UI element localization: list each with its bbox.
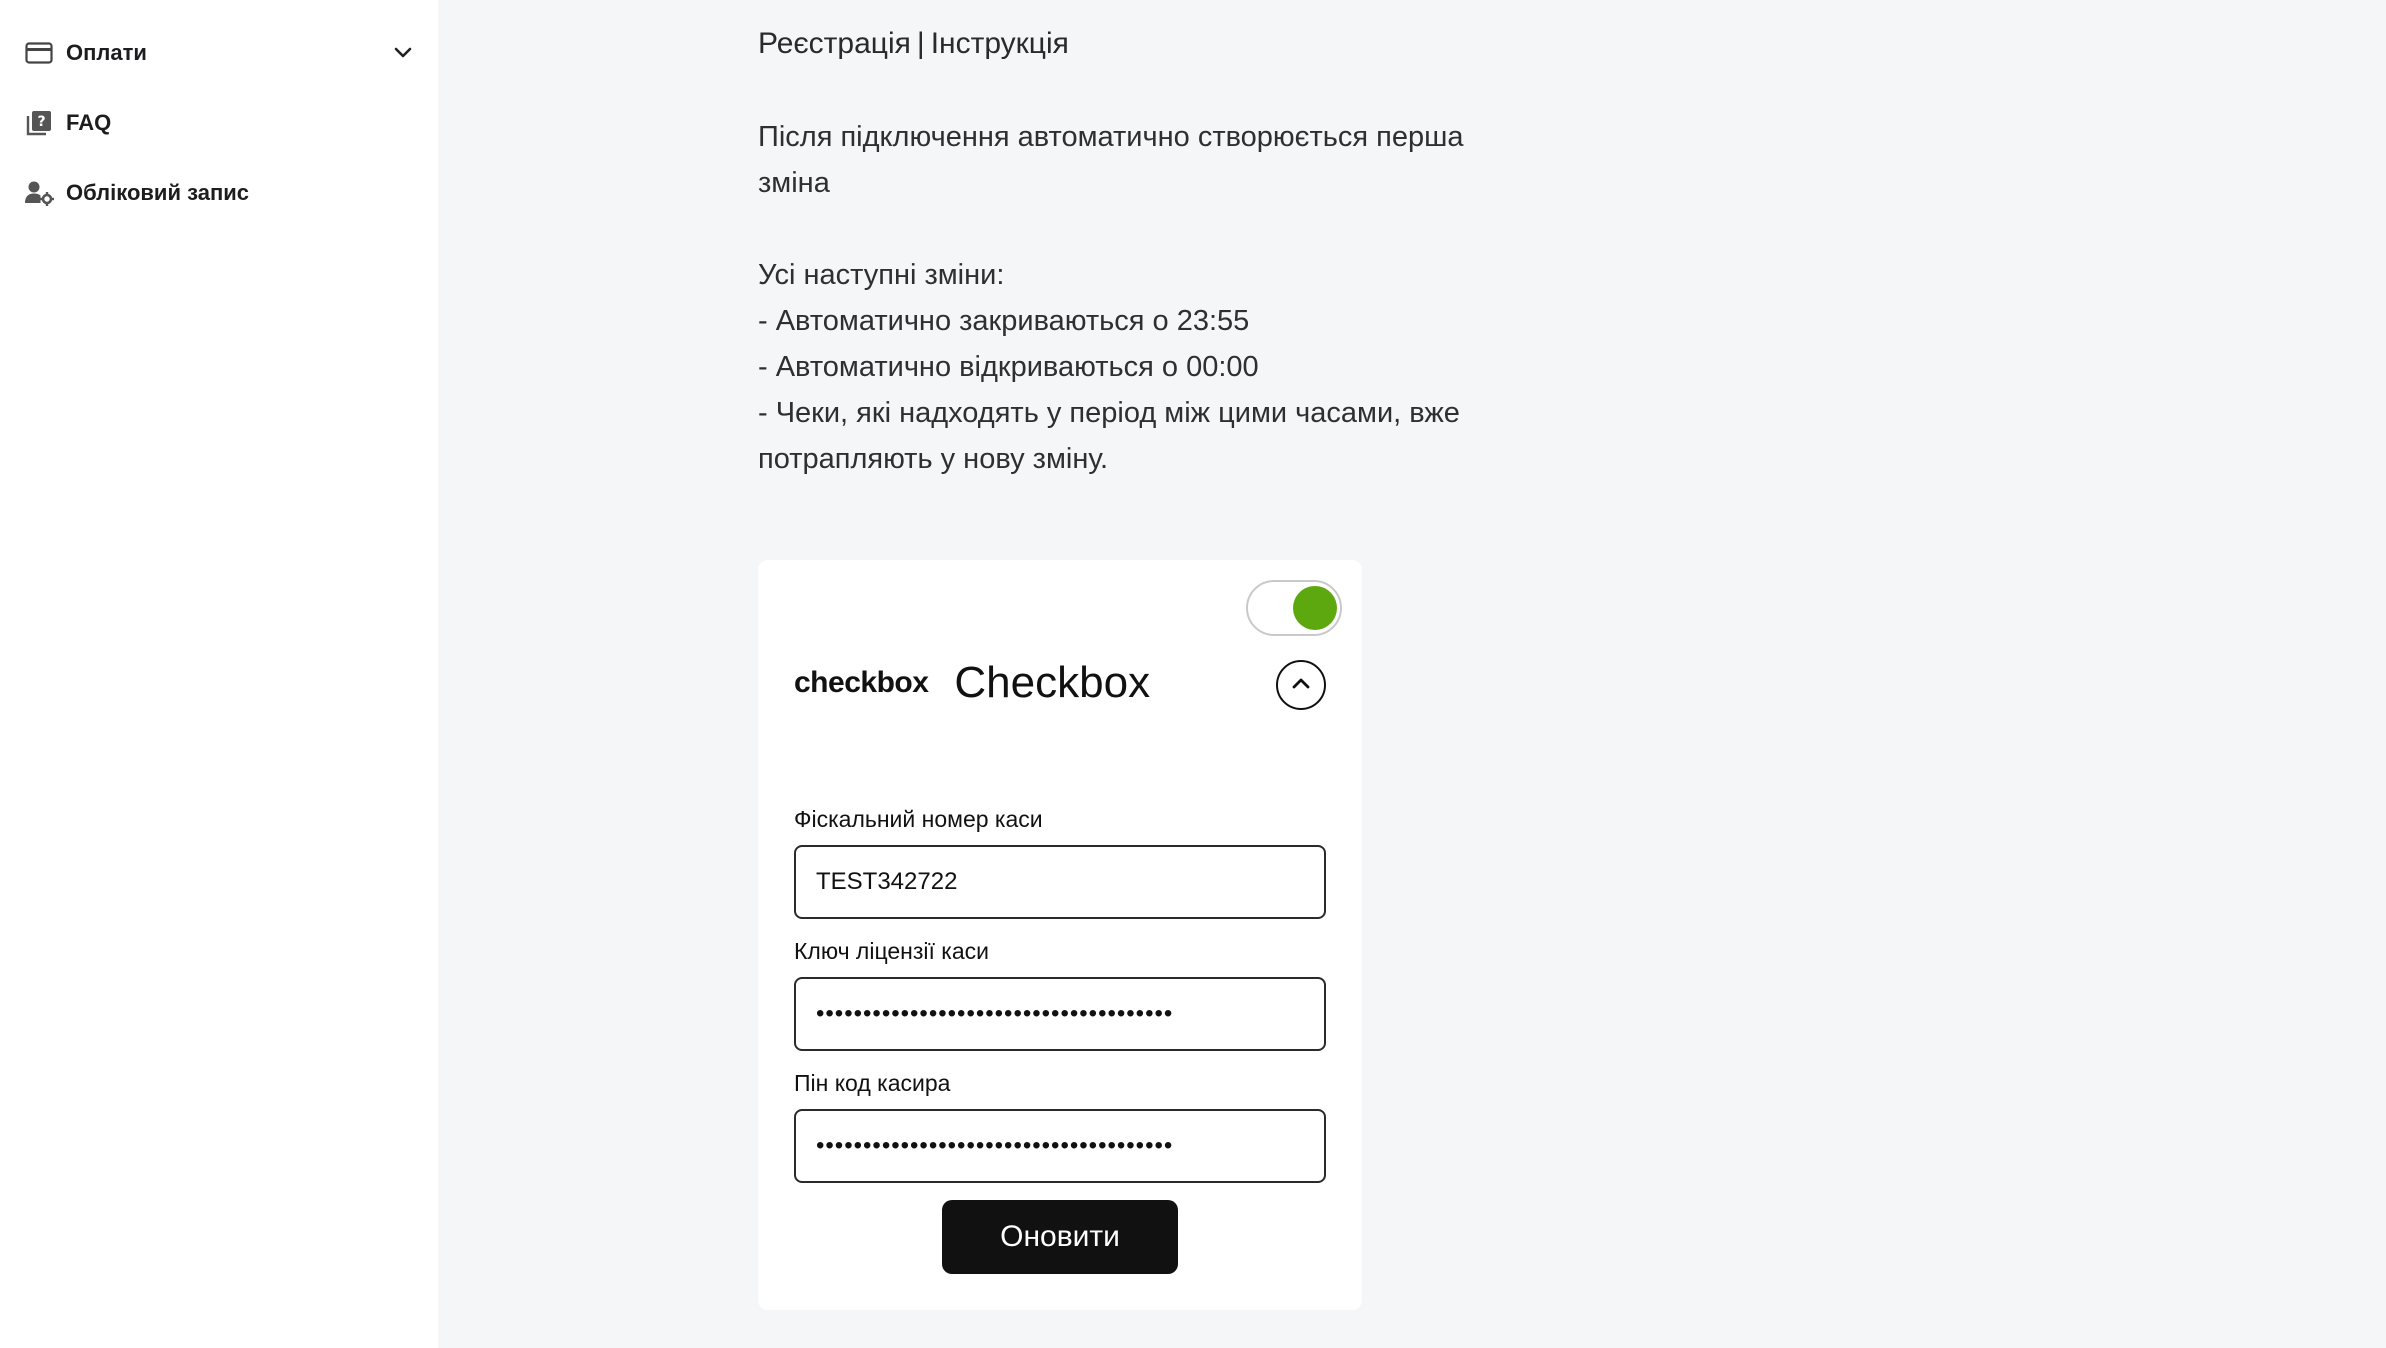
user-settings-icon [24, 178, 54, 208]
info-first-shift: Після підключення автоматично створюєтьс… [758, 121, 1472, 199]
help-book-icon: ? [24, 108, 54, 138]
sidebar-item-label: Обліковий запис [66, 180, 250, 205]
enable-toggle[interactable] [1246, 580, 1342, 636]
credit-card-icon [24, 38, 54, 68]
app-root: Оплати ? FAQ Обліковий запис Реєстрація |… [0, 0, 2386, 1348]
sidebar-item-label: FAQ [66, 110, 112, 135]
link-separator: | [916, 27, 925, 60]
fiscal-number-group: Фіскальний номер каси TEST342722 [794, 806, 1326, 919]
info-next-shifts: Усі наступні зміни: [758, 259, 1005, 291]
toggle-knob [1293, 586, 1337, 630]
fiscal-number-label: Фіскальний номер каси [794, 806, 1043, 832]
instruction-link[interactable]: Інструкція [931, 27, 1069, 60]
shift-info: Після підключення автоматично створюєтьс… [758, 114, 1538, 482]
info-receipts: - Чеки, які надходять у період між цими … [758, 397, 1468, 475]
doc-links: Реєстрація | Інструкція [758, 24, 1538, 64]
sidebar-item-faq[interactable]: ? FAQ [0, 88, 438, 158]
main-area: Реєстрація | Інструкція Після підключення … [438, 0, 2386, 1348]
license-key-label: Ключ ліцензії каси [794, 938, 990, 964]
integration-title: Checkbox [954, 658, 1151, 707]
checkbox-logo: checkbox [794, 666, 929, 699]
cashier-pin-label: Пін код касира [794, 1070, 951, 1096]
registration-link[interactable]: Реєстрація [758, 27, 911, 60]
cashier-pin-group: Пін код касира •••••••••••••••••••••••••… [794, 1070, 1326, 1183]
sidebar: Оплати ? FAQ Обліковий запис [0, 0, 438, 1348]
chevron-up-icon [1291, 676, 1311, 695]
fiscal-number-input[interactable]: TEST342722 [794, 845, 1326, 919]
info-close-time: - Автоматично закриваються о 23:55 [758, 305, 1250, 337]
content: Реєстрація | Інструкція Після підключення … [758, 24, 1538, 1310]
license-key-group: Ключ ліцензії каси •••••••••••••••••••••… [794, 938, 1326, 1051]
chevron-down-icon[interactable] [392, 42, 414, 64]
update-button[interactable]: Оновити [942, 1200, 1178, 1274]
svg-text:?: ? [37, 114, 45, 130]
sidebar-item-account[interactable]: Обліковий запис [0, 158, 438, 228]
info-open-time: - Автоматично відкриваються о 00:00 [758, 351, 1259, 383]
sidebar-item-payments[interactable]: Оплати [0, 18, 438, 88]
brand-row: checkbox Checkbox [794, 658, 1150, 708]
cashier-pin-input[interactable]: •••••••••••••••••••••••••••••••••••••• [794, 1109, 1326, 1183]
collapse-button[interactable] [1276, 660, 1326, 710]
integration-card: checkbox Checkbox Фіскальний номер каси … [758, 560, 1362, 1310]
license-key-input[interactable]: •••••••••••••••••••••••••••••••••••••• [794, 977, 1326, 1051]
sidebar-item-label: Оплати [66, 40, 147, 65]
